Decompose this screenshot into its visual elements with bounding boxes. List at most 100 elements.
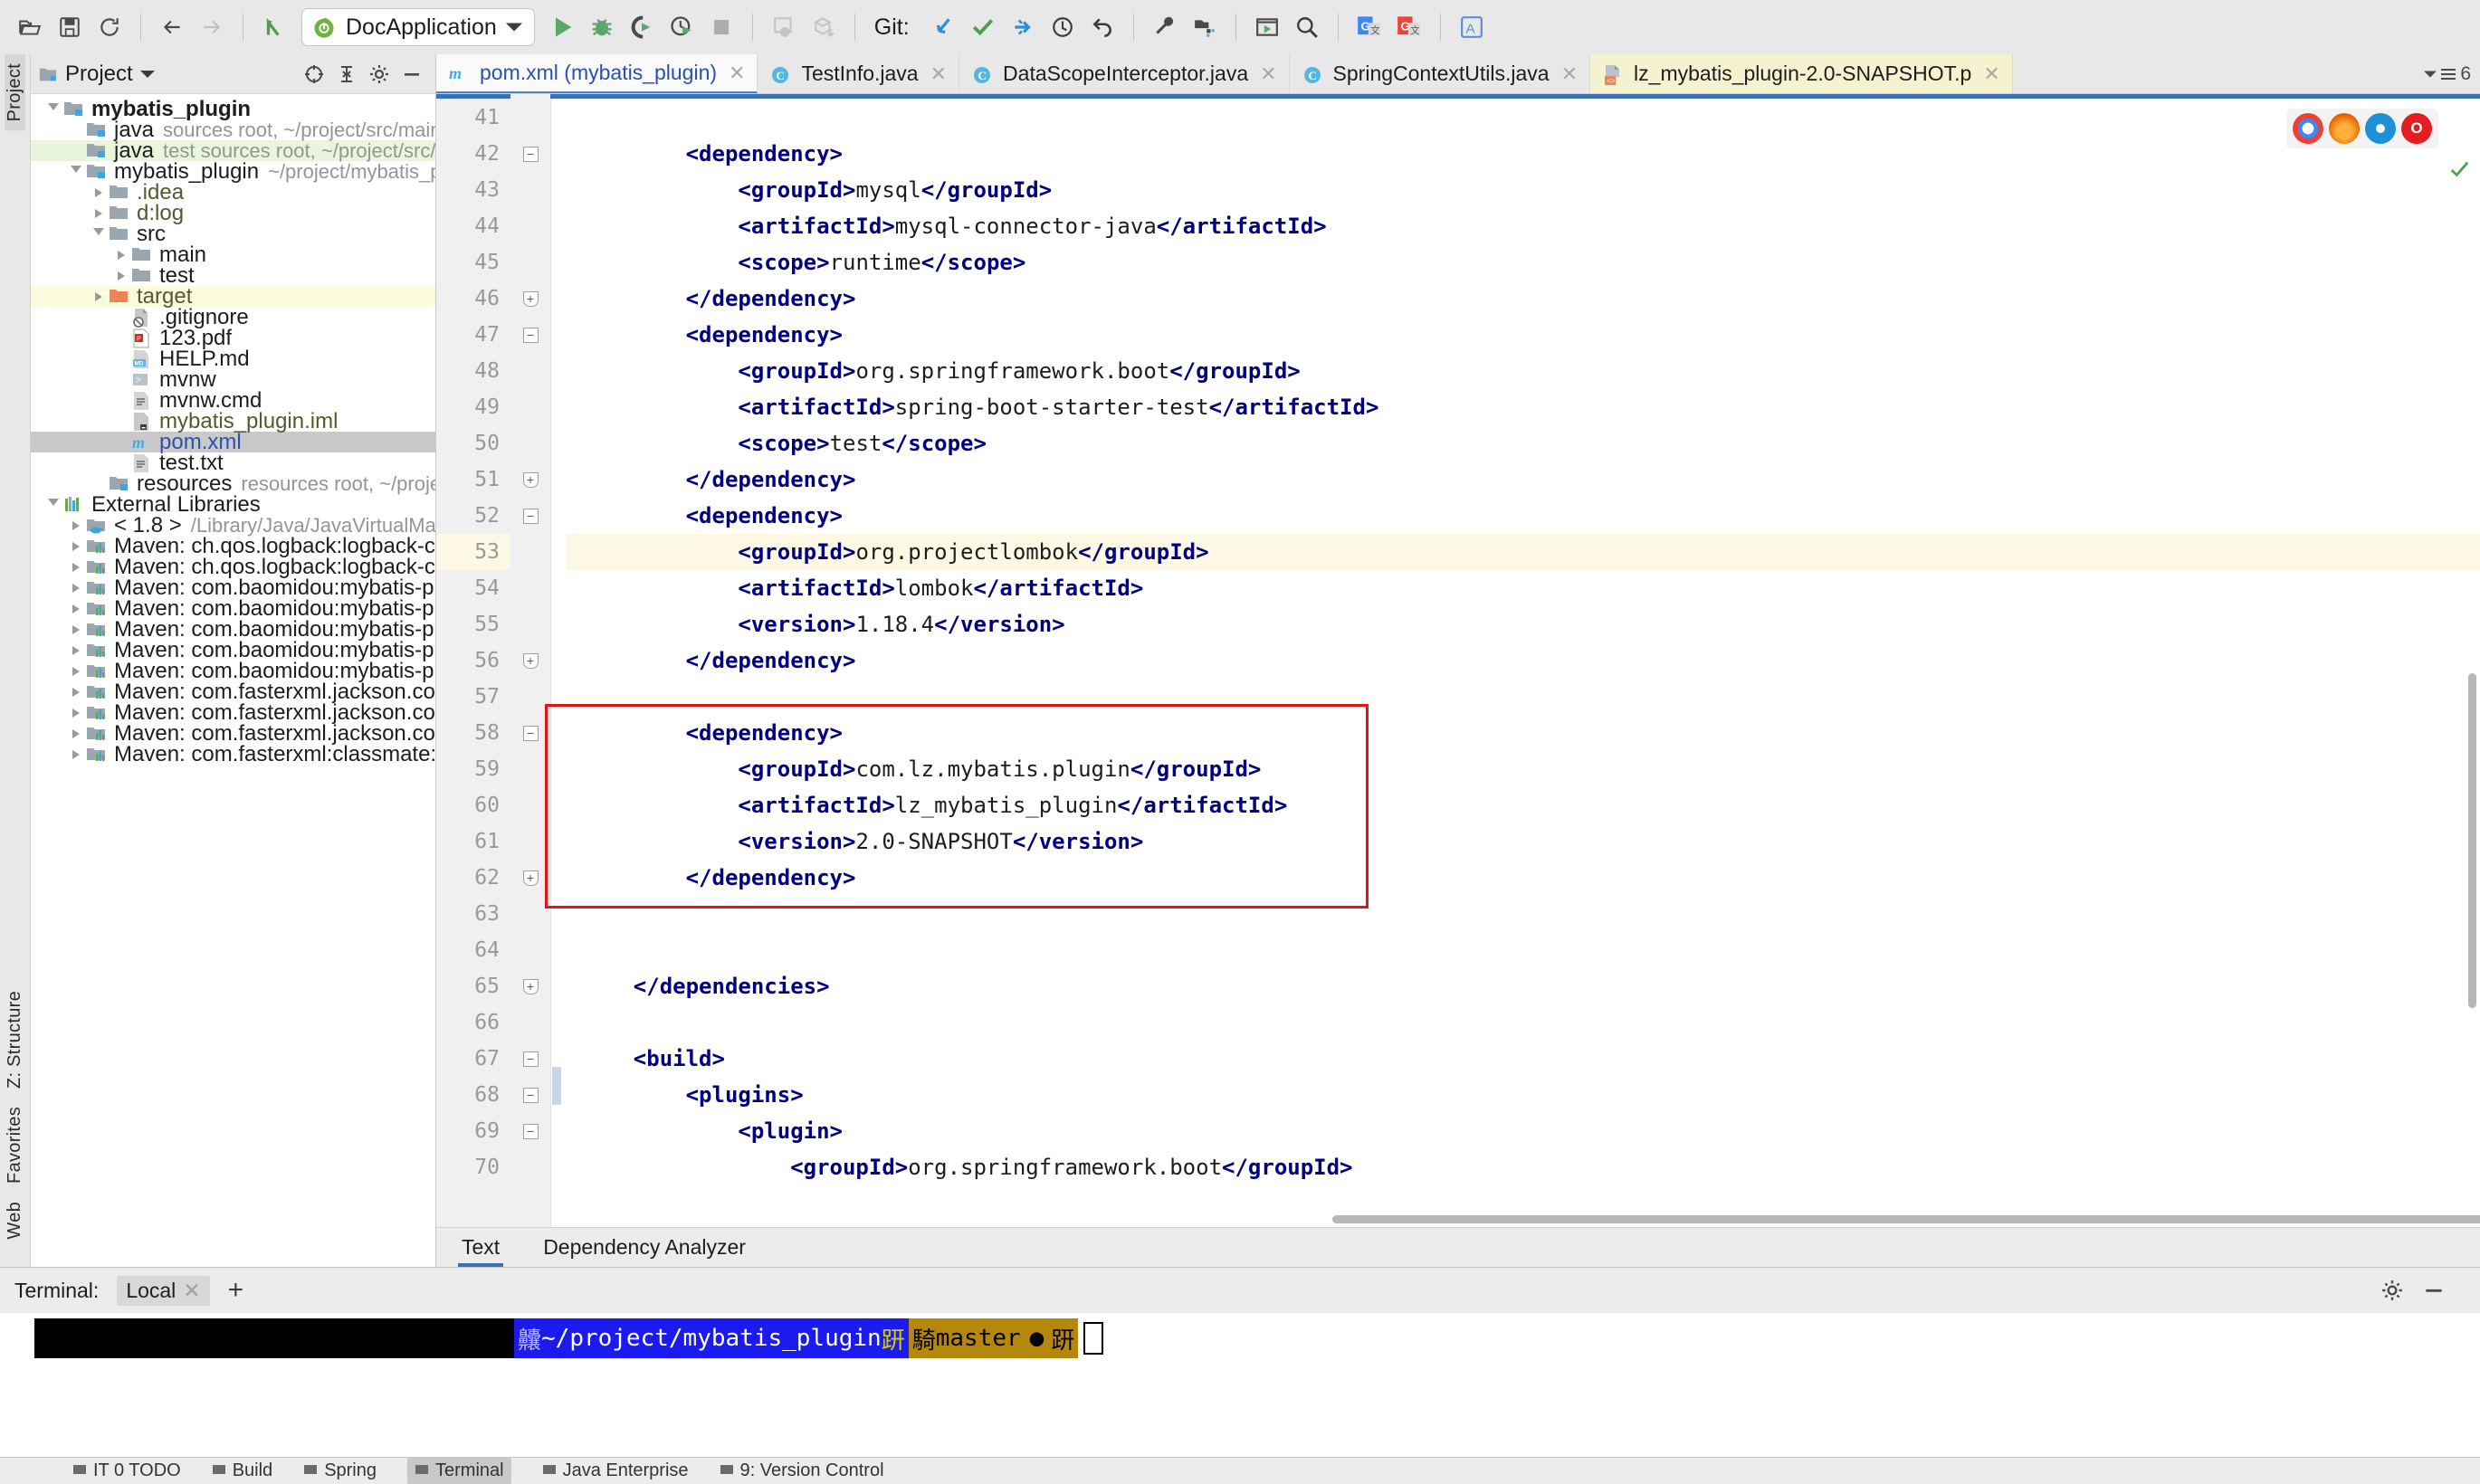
add-terminal-button[interactable]: + bbox=[228, 1275, 244, 1306]
hide-icon[interactable] bbox=[2422, 1279, 2446, 1302]
tree-row[interactable]: mybatis_plugin.iml bbox=[31, 411, 435, 433]
tree-row[interactable]: src bbox=[31, 224, 435, 245]
project-tree[interactable]: mybatis_plugin java sources root, ~/projec… bbox=[31, 94, 435, 1267]
tree-row[interactable]: .idea bbox=[31, 182, 435, 204]
code-line[interactable]: <scope>test</scope> bbox=[567, 425, 2480, 461]
browser-launch-bar[interactable]: O bbox=[2286, 109, 2438, 148]
inspection-ok-icon[interactable] bbox=[2449, 159, 2469, 179]
expand-arrow-icon[interactable] bbox=[66, 562, 86, 572]
run-anything-icon[interactable] bbox=[1248, 8, 1286, 46]
tree-row[interactable]: m pom.xml bbox=[31, 432, 435, 453]
code-content[interactable]: <dependency> <groupId>mysql</groupId> <a… bbox=[567, 94, 2480, 1227]
code-line[interactable]: <version>1.18.4</version> bbox=[567, 606, 2480, 642]
tree-row[interactable]: Maven: com.fasterxml.jackson.core:jackso… bbox=[31, 702, 435, 724]
expand-arrow-icon[interactable] bbox=[111, 271, 131, 281]
sidebar-item-project[interactable]: Project bbox=[5, 54, 25, 131]
gear-icon[interactable] bbox=[368, 63, 390, 85]
tree-row[interactable]: d:log bbox=[31, 203, 435, 224]
code-line[interactable]: <artifactId>mysql-connector-java</artifa… bbox=[567, 208, 2480, 244]
tree-row[interactable]: java test sources root, ~/project/src/tes… bbox=[31, 140, 435, 162]
firefox-browser-icon[interactable] bbox=[2329, 113, 2360, 144]
expand-arrow-icon[interactable] bbox=[111, 250, 131, 260]
code-line[interactable] bbox=[567, 932, 2480, 968]
tree-row[interactable]: test.txt bbox=[31, 452, 435, 474]
code-line[interactable]: <dependency> bbox=[567, 317, 2480, 353]
open-folder-icon[interactable] bbox=[11, 8, 49, 46]
safari-browser-icon[interactable] bbox=[2365, 113, 2396, 144]
tab-overflow-indicator[interactable]: 6 bbox=[2415, 54, 2480, 93]
expand-arrow-icon[interactable] bbox=[66, 749, 86, 759]
status-bar-item[interactable]: IT 0 TODO bbox=[72, 1460, 181, 1481]
tree-row[interactable]: Maven: ch.qos.logback:logback-core:1.1.1… bbox=[31, 556, 435, 578]
editor-vertical-scrollbar[interactable] bbox=[2468, 673, 2476, 1008]
code-folding-column[interactable]: − + − + − + − + + − − − bbox=[510, 94, 550, 1227]
fold-toggle-icon[interactable]: − bbox=[510, 136, 550, 172]
code-line[interactable]: <artifactId>spring-boot-starter-test</ar… bbox=[567, 389, 2480, 425]
code-line[interactable]: <plugins> bbox=[567, 1077, 2480, 1113]
run-icon[interactable] bbox=[543, 8, 581, 46]
status-bar-item[interactable]: Build bbox=[212, 1460, 272, 1481]
tree-row[interactable]: > mvnw bbox=[31, 369, 435, 391]
code-line[interactable]: <groupId>org.springframework.boot</group… bbox=[567, 1149, 2480, 1185]
git-commit-icon[interactable] bbox=[964, 8, 1002, 46]
code-line[interactable]: <groupId>mysql</groupId> bbox=[567, 172, 2480, 208]
tree-row[interactable]: MD HELP.md bbox=[31, 348, 435, 370]
tree-row[interactable]: main bbox=[31, 244, 435, 266]
profile-icon[interactable] bbox=[663, 8, 701, 46]
tree-row[interactable]: target bbox=[31, 286, 435, 308]
project-structure-icon[interactable] bbox=[1186, 8, 1224, 46]
run-coverage-icon[interactable] bbox=[623, 8, 661, 46]
code-line[interactable]: <scope>runtime</scope> bbox=[567, 244, 2480, 281]
code-line[interactable]: <build> bbox=[567, 1041, 2480, 1077]
revert-icon[interactable] bbox=[255, 8, 293, 46]
expand-arrow-icon[interactable] bbox=[66, 624, 86, 634]
sidebar-item-structure[interactable]: Z: Structure bbox=[5, 982, 25, 1098]
google-translate-red-icon[interactable]: G文 bbox=[1390, 8, 1428, 46]
fold-toggle-icon[interactable]: − bbox=[510, 498, 550, 534]
package-download-icon[interactable] bbox=[805, 8, 843, 46]
tree-row[interactable]: .gitignore bbox=[31, 307, 435, 328]
terminal-output[interactable]: 齉 ~/project/mybatis_plugin 趼 騎 master ● 趼 bbox=[0, 1313, 2480, 1457]
editor-tab[interactable]: <> lz_mybatis_plugin-2.0-SNAPSHOT.p ✕ bbox=[1590, 54, 2013, 93]
hide-icon[interactable] bbox=[401, 63, 423, 85]
code-line[interactable]: </dependency> bbox=[567, 642, 2480, 679]
close-icon[interactable]: ✕ bbox=[729, 62, 745, 85]
stop-icon[interactable] bbox=[702, 8, 740, 46]
fold-toggle-icon[interactable]: − bbox=[510, 1113, 550, 1149]
editor-tab-bar[interactable]: m pom.xml (mybatis_plugin) ✕ C TestInfo.java… bbox=[436, 54, 2480, 94]
expand-arrow-icon[interactable] bbox=[66, 687, 86, 697]
chevron-down-icon[interactable] bbox=[139, 69, 155, 80]
code-line[interactable] bbox=[567, 679, 2480, 715]
fold-toggle-icon[interactable]: + bbox=[510, 642, 550, 679]
editor-tab[interactable]: C SpringContextUtils.java ✕ bbox=[1290, 54, 1591, 93]
git-rollback-icon[interactable] bbox=[1083, 8, 1121, 46]
code-line[interactable]: <dependency> bbox=[567, 498, 2480, 534]
google-translate-blue-icon[interactable]: G文 bbox=[1350, 8, 1388, 46]
tree-row[interactable]: Maven: com.fasterxml.jackson.core:jackso… bbox=[31, 723, 435, 745]
tree-row[interactable]: Maven: com.fasterxml:classmate:1.3.4 bbox=[31, 744, 435, 766]
code-line[interactable]: </dependency> bbox=[567, 281, 2480, 317]
tree-row[interactable]: resources resources root, ~/project/src/m… bbox=[31, 473, 435, 495]
expand-arrow-icon[interactable] bbox=[66, 604, 86, 614]
expand-arrow-icon[interactable] bbox=[66, 666, 86, 676]
tree-row[interactable]: java sources root, ~/project/src/main/jav… bbox=[31, 119, 435, 141]
search-everywhere-icon[interactable] bbox=[1288, 8, 1326, 46]
back-arrow-icon[interactable] bbox=[153, 8, 191, 46]
terminal-tab-local[interactable]: Local ✕ bbox=[117, 1275, 210, 1306]
fold-toggle-icon[interactable]: + bbox=[510, 968, 550, 1004]
expand-arrow-icon[interactable] bbox=[66, 541, 86, 551]
sidebar-item-favorites[interactable]: Favorites bbox=[5, 1098, 25, 1193]
status-bar-item[interactable]: Terminal bbox=[407, 1458, 511, 1484]
code-line[interactable]: <artifactId>lombok</artifactId> bbox=[567, 570, 2480, 606]
code-line[interactable]: </dependencies> bbox=[567, 968, 2480, 1004]
tree-row[interactable]: Maven: com.baomidou:mybatis-plus-core:3.… bbox=[31, 640, 435, 661]
tree-row[interactable]: mybatis_plugin ~/project/mybatis_plugin bbox=[31, 161, 435, 183]
fold-toggle-icon[interactable]: + bbox=[510, 860, 550, 896]
opera-browser-icon[interactable]: O bbox=[2401, 113, 2432, 144]
editor-horizontal-scrollbar[interactable] bbox=[1332, 1215, 2480, 1223]
tree-row[interactable]: test bbox=[31, 265, 435, 287]
expand-arrow-icon[interactable] bbox=[43, 103, 63, 115]
fold-toggle-icon[interactable]: − bbox=[510, 1041, 550, 1077]
tree-row[interactable]: Maven: com.baomidou:mybatis-plus-annotat… bbox=[31, 598, 435, 620]
code-line[interactable]: <version>2.0-SNAPSHOT</version> bbox=[567, 823, 2480, 860]
